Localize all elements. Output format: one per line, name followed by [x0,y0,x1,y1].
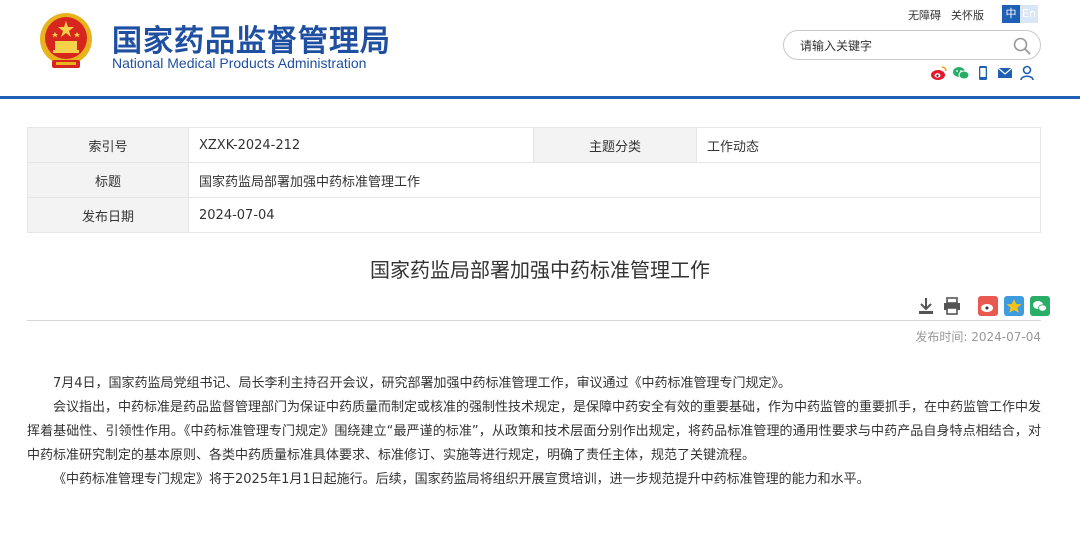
title-label: 标题 [27,162,189,198]
header-divider [0,96,1080,99]
publish-date: 发布时间: 2024-07-04 [915,328,1041,345]
article-body: 7月4日，国家药监局党组书记、局长李利主持召开会议，研究部署加强中药标准管理工作… [27,372,1041,492]
mobile-icon[interactable] [974,64,992,82]
search-box [783,30,1041,60]
date-value: 2024-07-04 [188,197,1041,233]
title-value: 国家药监局部署加强中药标准管理工作 [188,162,1041,198]
table-row: 发布日期 2024-07-04 [27,197,1041,233]
publish-label: 发布时间: [915,330,968,344]
search-icon[interactable] [1012,36,1032,56]
weibo-icon[interactable] [930,64,948,82]
national-emblem-icon [40,13,92,68]
site-header: 国家药品监督管理局 National Medical Products Admi… [0,0,1080,99]
article-title: 国家药监局部署加强中药标准管理工作 [370,258,710,282]
wechat-share-icon[interactable] [1030,296,1050,316]
language-switch: 中 En [1002,5,1038,23]
article-divider [27,320,1041,321]
site-title-en[interactable]: National Medical Products Administration [112,55,366,71]
site-title-cn[interactable]: 国家药品监督管理局 [112,16,391,60]
index-label: 索引号 [27,127,189,163]
category-value: 工作动态 [696,127,1041,163]
care-version-link[interactable]: 关怀版 [951,7,984,23]
article-paragraph: 7月4日，国家药监局党组书记、局长李利主持召开会议，研究部署加强中药标准管理工作… [53,376,792,391]
info-table: 索引号 XZXK-2024-212 主题分类 工作动态 标题 国家药监局部署加强… [27,127,1041,233]
qzone-share-icon[interactable] [1004,296,1024,316]
article-paragraph: 《中药标准管理专门规定》将于2025年1月1日起施行。后续，国家药监局将组织开展… [53,472,870,487]
article-tools [916,296,1050,316]
accessibility-link[interactable]: 无障碍 [908,7,941,23]
user-icon[interactable] [1018,64,1036,82]
lang-zh-button[interactable]: 中 [1002,5,1020,23]
lang-en-button[interactable]: En [1020,5,1038,23]
table-row: 标题 国家药监局部署加强中药标准管理工作 [27,162,1041,198]
publish-date-value: 2024-07-04 [971,330,1041,344]
download-icon[interactable] [916,296,936,316]
mail-icon[interactable] [996,64,1014,82]
table-row: 索引号 XZXK-2024-212 主题分类 工作动态 [27,127,1041,163]
top-links: 无障碍 关怀版 [908,7,984,23]
wechat-icon[interactable] [952,64,970,82]
social-links [930,64,1036,82]
article-paragraph: 会议指出，中药标准是药品监督管理部门为保证中药质量而制定或核准的强制性技术规定，… [27,400,1042,463]
print-icon[interactable] [942,296,962,316]
search-input[interactable] [800,37,1000,55]
index-value: XZXK-2024-212 [188,127,534,163]
category-label: 主题分类 [533,127,697,163]
date-label: 发布日期 [27,197,189,233]
weibo-share-icon[interactable] [978,296,998,316]
